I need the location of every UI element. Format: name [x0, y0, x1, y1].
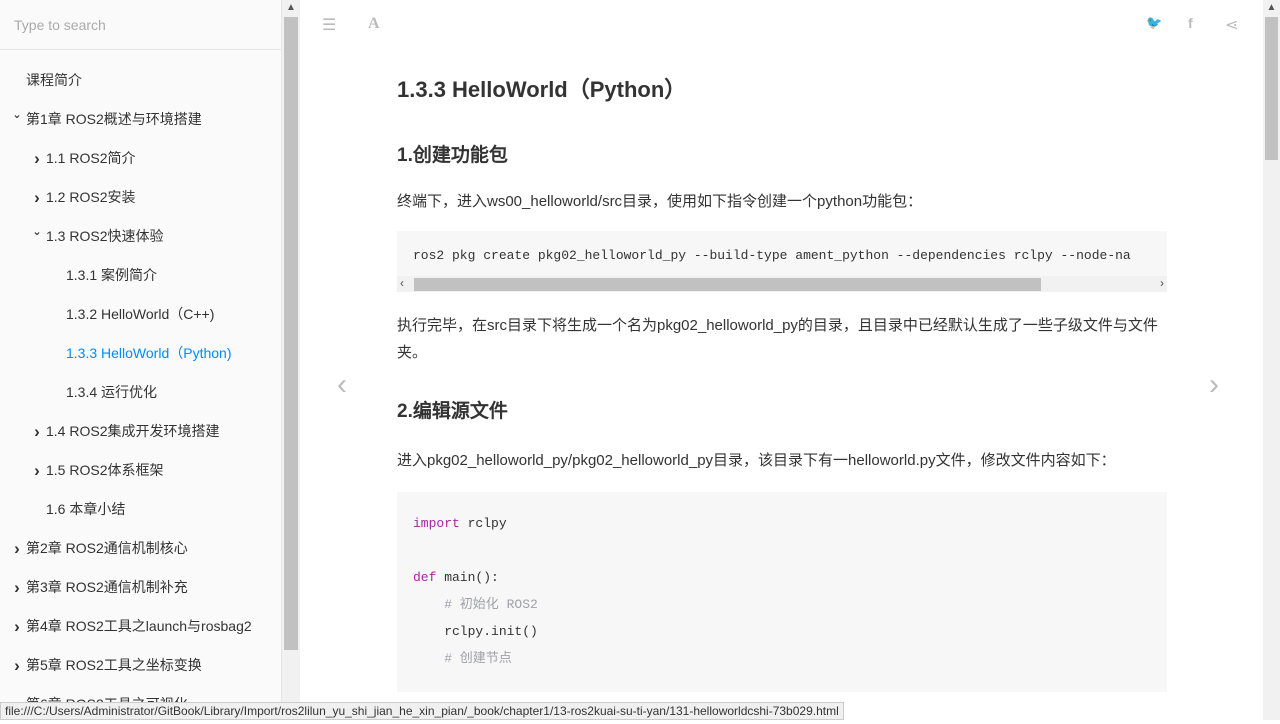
- scrollbar-thumb[interactable]: [414, 278, 1041, 291]
- section-heading: 1.创建功能包: [397, 145, 508, 166]
- page-content: 1.3.3 HelloWorld（Python） 1.创建功能包 终端下，进入w…: [397, 72, 1167, 692]
- toc-item[interactable]: 1.3.2 HelloWorld（C++): [0, 295, 281, 334]
- toc-item[interactable]: 1.3.4 运行优化: [0, 373, 281, 412]
- facebook-icon[interactable]: f: [1188, 15, 1193, 31]
- code-hscrollbar[interactable]: ‹ ›: [397, 276, 1167, 292]
- chevron-down-icon[interactable]: ⌄: [10, 96, 24, 135]
- paragraph: 执行完毕，在src目录下将生成一个名为pkg02_helloworld_py的目…: [397, 317, 1158, 361]
- search-box: [0, 0, 281, 50]
- code-comment: # 创建节点: [413, 651, 512, 666]
- toc-item-label: 课程简介: [26, 72, 82, 88]
- scroll-up-icon[interactable]: ▲: [282, 2, 300, 13]
- toc-item-label: 第5章 ROS2工具之坐标变换: [26, 657, 202, 673]
- twitter-icon[interactable]: 🐦: [1146, 15, 1162, 31]
- scrollbar-thumb[interactable]: [1265, 17, 1278, 160]
- next-page-icon[interactable]: ›: [1209, 368, 1219, 402]
- toc-item-label: 第2章 ROS2通信机制核心: [26, 540, 188, 556]
- toc-item[interactable]: ⌄ 第1章 ROS2概述与环境搭建: [0, 100, 281, 139]
- toc-item-label: 1.5 ROS2体系框架: [46, 462, 164, 478]
- code-keyword: import: [413, 516, 460, 531]
- scrollbar-thumb[interactable]: [284, 17, 298, 650]
- share-icon[interactable]: ⋖: [1225, 15, 1238, 35]
- scroll-up-icon[interactable]: ▲: [1263, 2, 1280, 13]
- toc-item-label: 1.2 ROS2安装: [46, 189, 136, 205]
- chevron-right-icon[interactable]: ›: [30, 451, 44, 490]
- toc-item[interactable]: › 1.1 ROS2简介: [0, 139, 281, 178]
- paragraph: 终端下，进入ws00_helloworld/src目录，使用如下指令创建一个py…: [397, 193, 923, 210]
- toc-item-label: 1.4 ROS2集成开发环境搭建: [46, 423, 220, 439]
- code-comment: # 初始化 ROS2: [413, 597, 538, 612]
- toc-item-label: 1.3.4 运行优化: [66, 384, 158, 400]
- chevron-down-icon[interactable]: ⌄: [30, 213, 44, 252]
- code-text: rclpy.init(): [413, 624, 538, 639]
- toc: 课程简介 ⌄ 第1章 ROS2概述与环境搭建 › 1.1 ROS2简介 › 1.2 ROS2…: [0, 61, 281, 724]
- search-input[interactable]: [14, 17, 267, 33]
- toolbar: ☰ A 🐦 f ⋖: [300, 0, 1263, 50]
- chevron-right-icon[interactable]: ›: [30, 139, 44, 178]
- toc-item[interactable]: › 1.4 ROS2集成开发环境搭建: [0, 412, 281, 451]
- toc-item[interactable]: 1.3.3 HelloWorld（Python): [0, 334, 281, 373]
- paragraph: 进入pkg02_helloworld_py/pkg02_helloworld_p…: [397, 452, 1116, 469]
- python-code: import rclpy def main(): # 初始化 ROS2 rclp…: [397, 492, 1167, 692]
- chevron-right-icon[interactable]: ›: [30, 178, 44, 217]
- toc-item-label: 第3章 ROS2通信机制补充: [26, 579, 188, 595]
- chevron-right-icon[interactable]: ›: [10, 568, 24, 607]
- toc-item[interactable]: 课程简介: [0, 61, 281, 100]
- toc-item[interactable]: › 第2章 ROS2通信机制核心: [0, 529, 281, 568]
- chevron-right-icon[interactable]: ›: [10, 529, 24, 568]
- previous-page-icon[interactable]: ‹: [337, 368, 347, 402]
- menu-icon[interactable]: ☰: [322, 15, 336, 35]
- scroll-left-icon[interactable]: ‹: [400, 276, 404, 290]
- toc-item-label: 1.3.3 HelloWorld（Python): [66, 345, 232, 361]
- code-keyword: def: [413, 570, 437, 585]
- toc-item[interactable]: › 第3章 ROS2通信机制补充: [0, 568, 281, 607]
- toc-item-label: 1.3.2 HelloWorld（C++): [66, 306, 215, 322]
- status-bar-url: file:///C:/Users/Administrator/GitBook/L…: [0, 702, 844, 720]
- command-code: ros2 pkg create pkg02_helloworld_py --bu…: [397, 231, 1167, 276]
- code-text: rclpy: [459, 516, 507, 531]
- code-text: main():: [436, 570, 499, 585]
- main-scrollbar[interactable]: ▲: [1263, 0, 1280, 720]
- toc-item-label: 1.6 本章小结: [46, 501, 126, 517]
- font-settings-icon[interactable]: A: [368, 15, 380, 33]
- toc-item-label: 1.3 ROS2快速体验: [46, 228, 164, 244]
- section-heading: 2.编辑源文件: [397, 401, 508, 422]
- toc-item[interactable]: 1.6 本章小结: [0, 490, 281, 529]
- toc-item[interactable]: ⌄ 1.3 ROS2快速体验: [0, 217, 281, 256]
- code-block: ros2 pkg create pkg02_helloworld_py --bu…: [397, 231, 1167, 292]
- toc-item[interactable]: › 第5章 ROS2工具之坐标变换: [0, 646, 281, 685]
- toc-item[interactable]: › 1.2 ROS2安装: [0, 178, 281, 217]
- toc-item-label: 第4章 ROS2工具之launch与rosbag2: [26, 618, 252, 634]
- toc-item[interactable]: › 第4章 ROS2工具之launch与rosbag2: [0, 607, 281, 646]
- toc-item-label: 第1章 ROS2概述与环境搭建: [26, 111, 202, 127]
- toc-item[interactable]: › 1.5 ROS2体系框架: [0, 451, 281, 490]
- sidebar: 课程简介⌄第1章 ROS2概述与环境搭建›1.1 ROS2简介›1.2 ROS2…: [0, 0, 282, 720]
- toc-item-label: 1.3.1 案例简介: [66, 267, 158, 283]
- chevron-right-icon[interactable]: ›: [10, 646, 24, 685]
- toc-item[interactable]: 1.3.1 案例简介: [0, 256, 281, 295]
- toc-item-label: 1.1 ROS2简介: [46, 150, 136, 166]
- sidebar-scrollbar[interactable]: ▲: [282, 0, 300, 720]
- scroll-right-icon[interactable]: ›: [1160, 276, 1164, 290]
- page-title: 1.3.3 HelloWorld（Python）: [397, 77, 687, 102]
- chevron-right-icon[interactable]: ›: [30, 412, 44, 451]
- chevron-right-icon[interactable]: ›: [10, 607, 24, 646]
